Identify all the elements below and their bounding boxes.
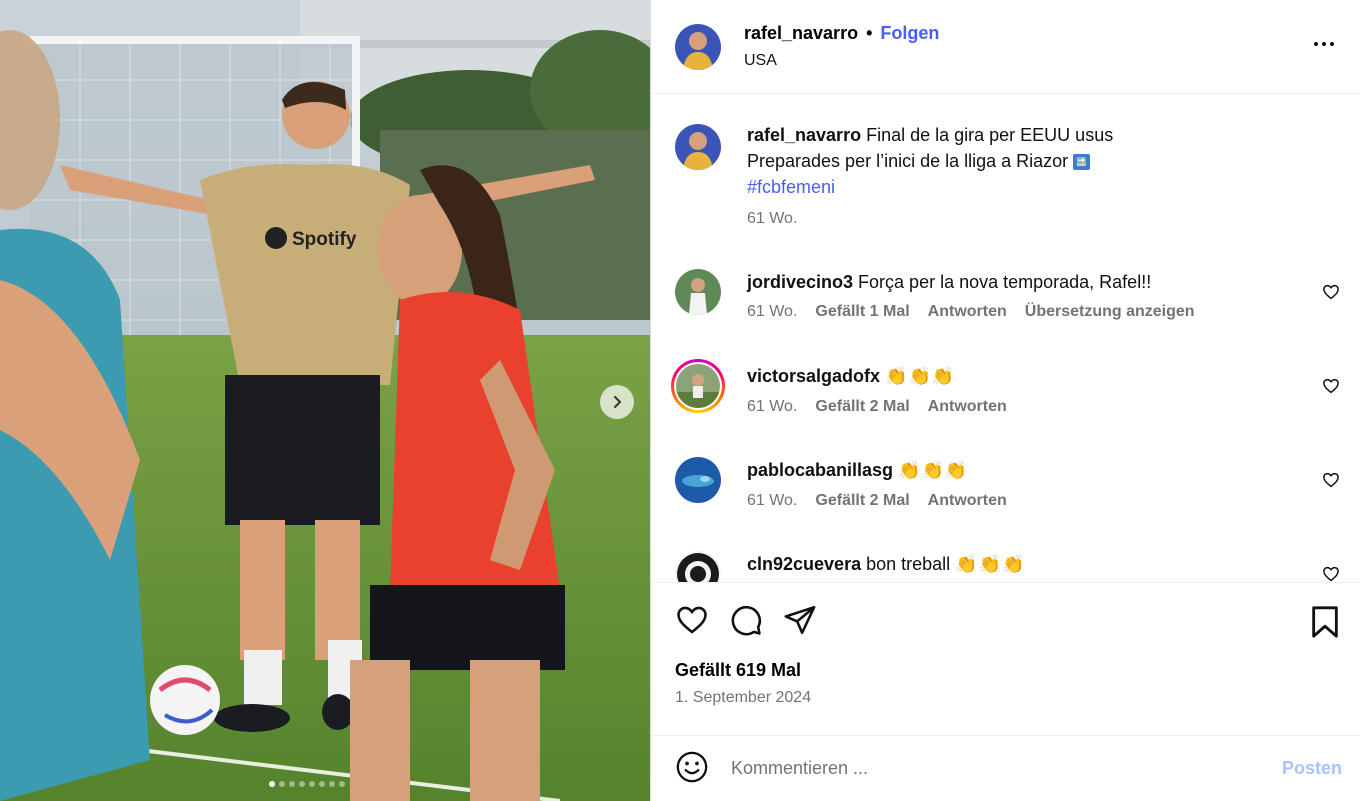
next-slide-button[interactable] (600, 385, 634, 419)
heart-icon (1323, 566, 1339, 582)
comment-username[interactable]: victorsalgadofx (747, 366, 880, 386)
avatar[interactable] (675, 124, 721, 170)
comment-text: 👏👏👏 (885, 366, 956, 387)
comment-like-button[interactable] (1322, 377, 1340, 398)
more-options-icon (1314, 42, 1334, 46)
carousel-indicator (269, 781, 345, 787)
share-button[interactable] (783, 603, 817, 640)
post-author-username[interactable]: rafel_navarro (744, 23, 858, 44)
heart-icon (1323, 284, 1339, 300)
comment-text: Força per la nova temporada, Rafel!! (858, 272, 1152, 292)
comment-emoji: 👏👏👏 (955, 554, 1026, 575)
comment-text: 👏👏👏 (898, 460, 969, 481)
caption-username[interactable]: rafel_navarro (747, 125, 861, 145)
comment-input[interactable] (731, 758, 1231, 779)
comment-time[interactable]: 61 Wo. (747, 398, 797, 416)
reply-button[interactable]: Antworten (928, 303, 1007, 321)
comment-username[interactable]: pablocabanillasg (747, 460, 893, 480)
separator-dot: • (866, 23, 873, 43)
save-button[interactable] (1310, 605, 1340, 642)
avatar[interactable] (675, 551, 721, 582)
add-comment-bar: Posten (651, 735, 1360, 801)
post-side-panel: rafel_navarro • Folgen USA rafel_navarro… (650, 0, 1360, 801)
comment-time[interactable]: 61 Wo. (747, 303, 797, 321)
chevron-right-icon (613, 395, 622, 409)
shirt-sponsor-text: Spotify (292, 229, 357, 250)
caption-hashtag[interactable]: #fcbfemeni (747, 177, 835, 197)
avatar[interactable] (675, 457, 721, 503)
heart-icon (677, 606, 707, 634)
comment-item: pablocabanillasg 👏👏👏 61 Wo. Gefällt 2 Ma… (675, 457, 1340, 551)
comment-item: jordivecino3 Força per la nova temporada… (675, 269, 1340, 363)
caption-text-line2: Preparades per l’inici de la lliga a Ria… (747, 151, 1069, 171)
comment-text: bon treball (866, 554, 951, 574)
more-options-button[interactable] (1312, 32, 1336, 59)
send-icon (784, 605, 816, 635)
story-ring[interactable] (671, 359, 725, 413)
comment-button[interactable] (729, 603, 763, 640)
avatar (676, 364, 720, 408)
carousel-dot (339, 781, 345, 787)
training-photo: Spotify (0, 0, 650, 801)
translate-button[interactable]: Übersetzung anzeigen (1025, 303, 1195, 321)
carousel-dot (279, 781, 285, 787)
post-date: 1. September 2024 (675, 689, 812, 706)
emoji-picker-button[interactable] (675, 750, 709, 787)
bookmark-icon (1312, 606, 1338, 638)
carousel-dot (309, 781, 315, 787)
reply-button[interactable]: Antworten (928, 398, 1007, 416)
comment-like-button[interactable] (1322, 471, 1340, 492)
carousel-dot (269, 781, 275, 787)
heart-icon (1323, 378, 1339, 394)
caption: rafel_navarro Final de la gira per EEUU … (675, 124, 1340, 269)
avatar[interactable] (675, 23, 721, 70)
comments-list[interactable]: rafel_navarro Final de la gira per EEUU … (651, 94, 1360, 582)
caption-text-line1: Final de la gira per EEUU usus (866, 125, 1114, 145)
comment-username[interactable]: jordivecino3 (747, 272, 853, 292)
comment-icon (731, 605, 762, 636)
likes-count[interactable]: Gefällt 619 Mal (651, 660, 1360, 681)
post-location[interactable]: USA (744, 52, 939, 70)
comment-username[interactable]: cln92cuevera (747, 554, 861, 574)
post-actions (651, 582, 1360, 660)
comment-item: victorsalgadofx 👏👏👏 61 Wo. Gefällt 2 Mal… (671, 359, 1340, 457)
like-button[interactable] (675, 603, 709, 640)
follow-button[interactable]: Folgen (880, 23, 939, 44)
post-header: rafel_navarro • Folgen USA (651, 0, 1360, 94)
post-dialog: Spotify rafel_navarro • Folgen USA rafel… (0, 0, 1360, 801)
comment-like-button[interactable] (1322, 565, 1340, 582)
comment-time[interactable]: 61 Wo. (747, 492, 797, 510)
comment-likes-count[interactable]: Gefällt 2 Mal (815, 492, 909, 510)
comment-like-button[interactable] (1322, 283, 1340, 304)
carousel-dot (299, 781, 305, 787)
post-media[interactable]: Spotify (0, 0, 650, 801)
avatar[interactable] (675, 269, 721, 315)
carousel-dot (329, 781, 335, 787)
carousel-dot (289, 781, 295, 787)
post-comment-button[interactable]: Posten (1282, 758, 1342, 779)
carousel-dot (319, 781, 325, 787)
smiley-icon (676, 751, 708, 783)
comment-item: cln92cuevera bon treball 👏👏👏 (675, 551, 1340, 582)
heart-icon (1323, 472, 1339, 488)
comment-likes-count[interactable]: Gefällt 2 Mal (815, 398, 909, 416)
reply-button[interactable]: Antworten (928, 492, 1007, 510)
caption-time[interactable]: 61 Wo. (747, 210, 797, 228)
soon-emoji: 🔜 (1073, 154, 1091, 171)
comment-likes-count[interactable]: Gefällt 1 Mal (815, 303, 909, 321)
